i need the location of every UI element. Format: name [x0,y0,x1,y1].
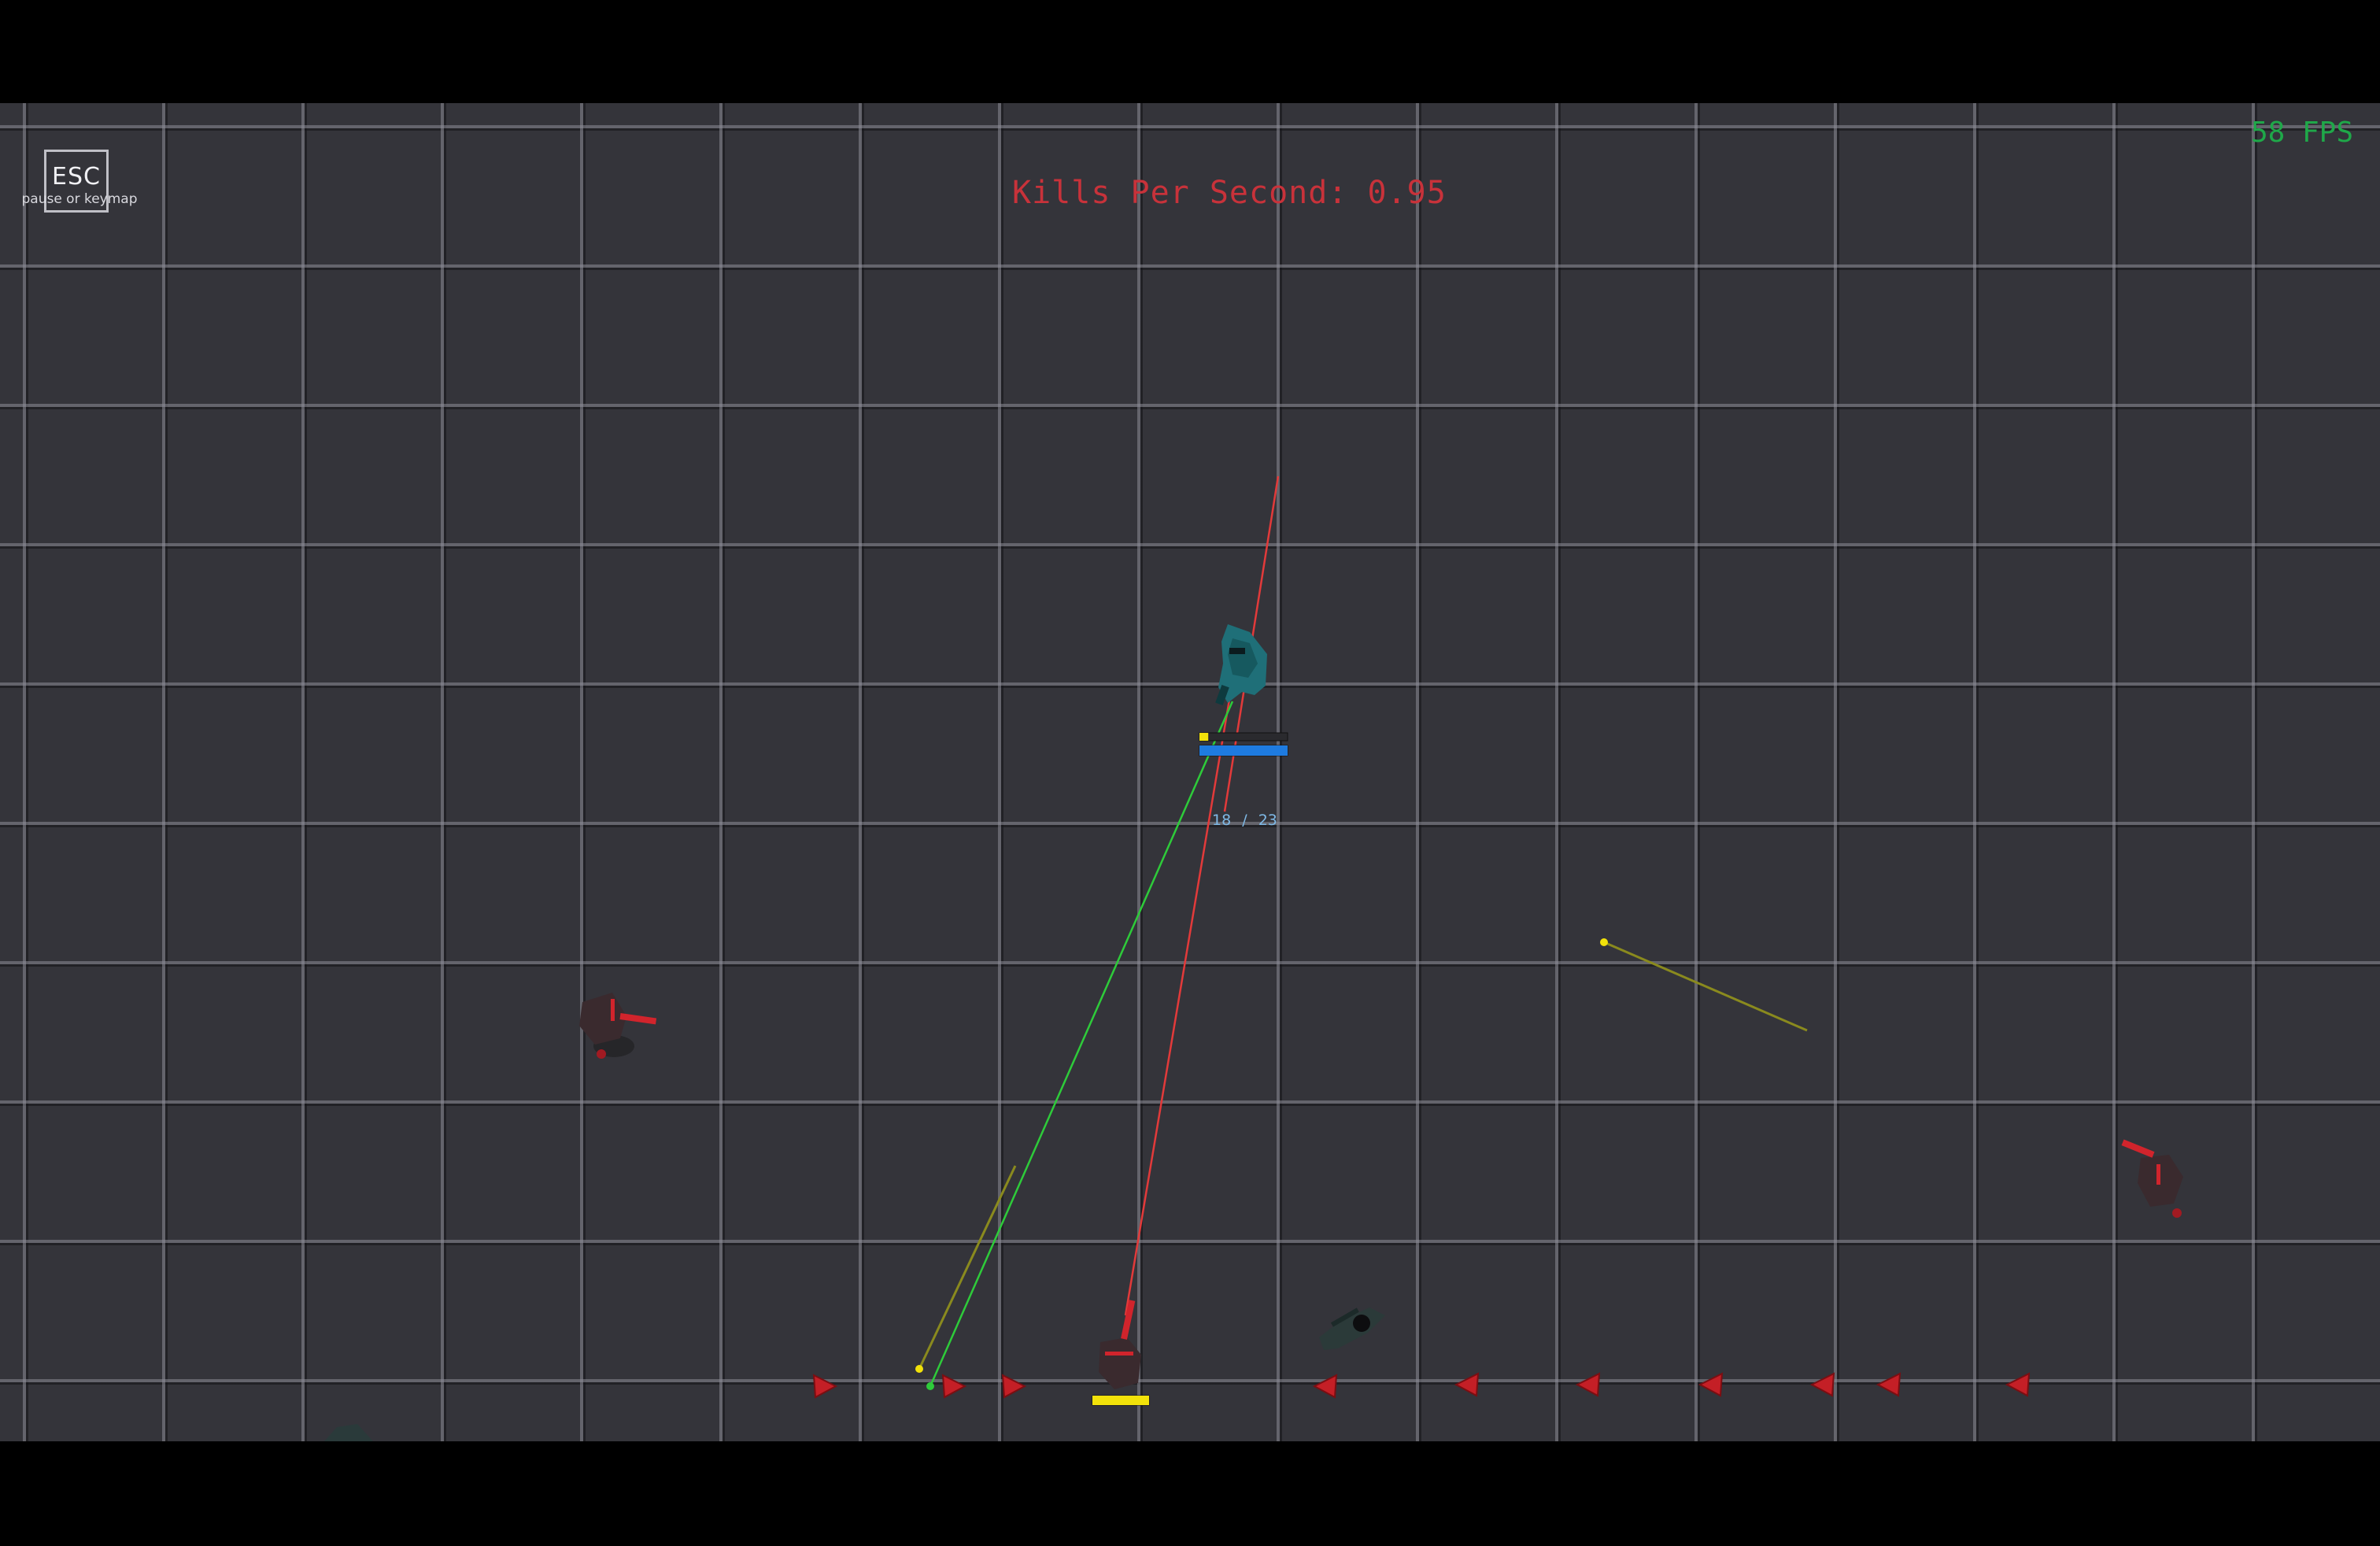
fallen-helmet [1353,1315,1370,1332]
ammo-max: 23 [1258,812,1277,829]
player-visor [1229,648,1245,654]
ammo-current: 18 [1212,812,1232,829]
spawn-arrow-right [941,1374,967,1399]
player-character[interactable] [1215,624,1267,705]
enemy-tracer-left [918,1165,1017,1370]
fps-counter: 58 FPS [2250,117,2353,149]
enemy-stripe [611,999,615,1021]
enemy-feet [597,1049,606,1059]
ammo-separator: / [1242,812,1247,829]
spawn-arrow-right [812,1374,838,1399]
tracer-bullet-left [915,1365,923,1373]
spawn-markers [812,1372,2031,1399]
enemy-soldier-right[interactable] [2121,1139,2183,1218]
enemy-body [579,993,626,1045]
player-health-bar [1199,745,1288,756]
enemy-soldier-bottom[interactable] [1099,1300,1141,1389]
esc-hint: pause or keymap [21,191,138,207]
unit-bottom-left [324,1424,373,1441]
player-reload-track [1199,732,1288,742]
player-reload-bar [1199,733,1209,741]
green-bullet [926,1382,934,1390]
enemy-gun [1121,1300,1136,1340]
ammo-counter: 18 / 23 [1212,812,1277,829]
enemy-health-bar [1092,1396,1149,1405]
spawn-arrow-left [1454,1372,1480,1397]
enemy-feet [2172,1208,2182,1218]
fallen-soldier [1319,1307,1385,1350]
spawn-arrow-left [1312,1374,1338,1399]
game-scene [324,475,2183,1441]
green-laser [929,701,1234,1387]
enemy-stripe [1105,1352,1133,1356]
game-viewport[interactable]: 18 / 23 [0,103,2380,1441]
spawn-arrow-left [1698,1372,1724,1397]
enemy-body [1099,1337,1141,1389]
spawn-arrow-left [1575,1372,1601,1397]
esc-key-label: ESC [52,163,101,190]
enemy-gun [619,1013,657,1025]
kills-per-second: Kills Per Second: 0.95 [1012,175,1447,211]
enemy-red-laser [1124,685,1233,1316]
spawn-arrow-left [2005,1372,2031,1397]
spawn-arrow-right [1001,1374,1027,1399]
enemy-soldier-left[interactable] [579,993,657,1059]
enemy-tracer-right [1603,941,1808,1032]
tracer-bullet-right [1600,938,1608,946]
enemy-stripe [2156,1164,2160,1185]
enemy-gun [2121,1139,2155,1158]
spawn-arrow-left [1876,1372,1901,1397]
spawn-arrow-left [1809,1372,1835,1397]
